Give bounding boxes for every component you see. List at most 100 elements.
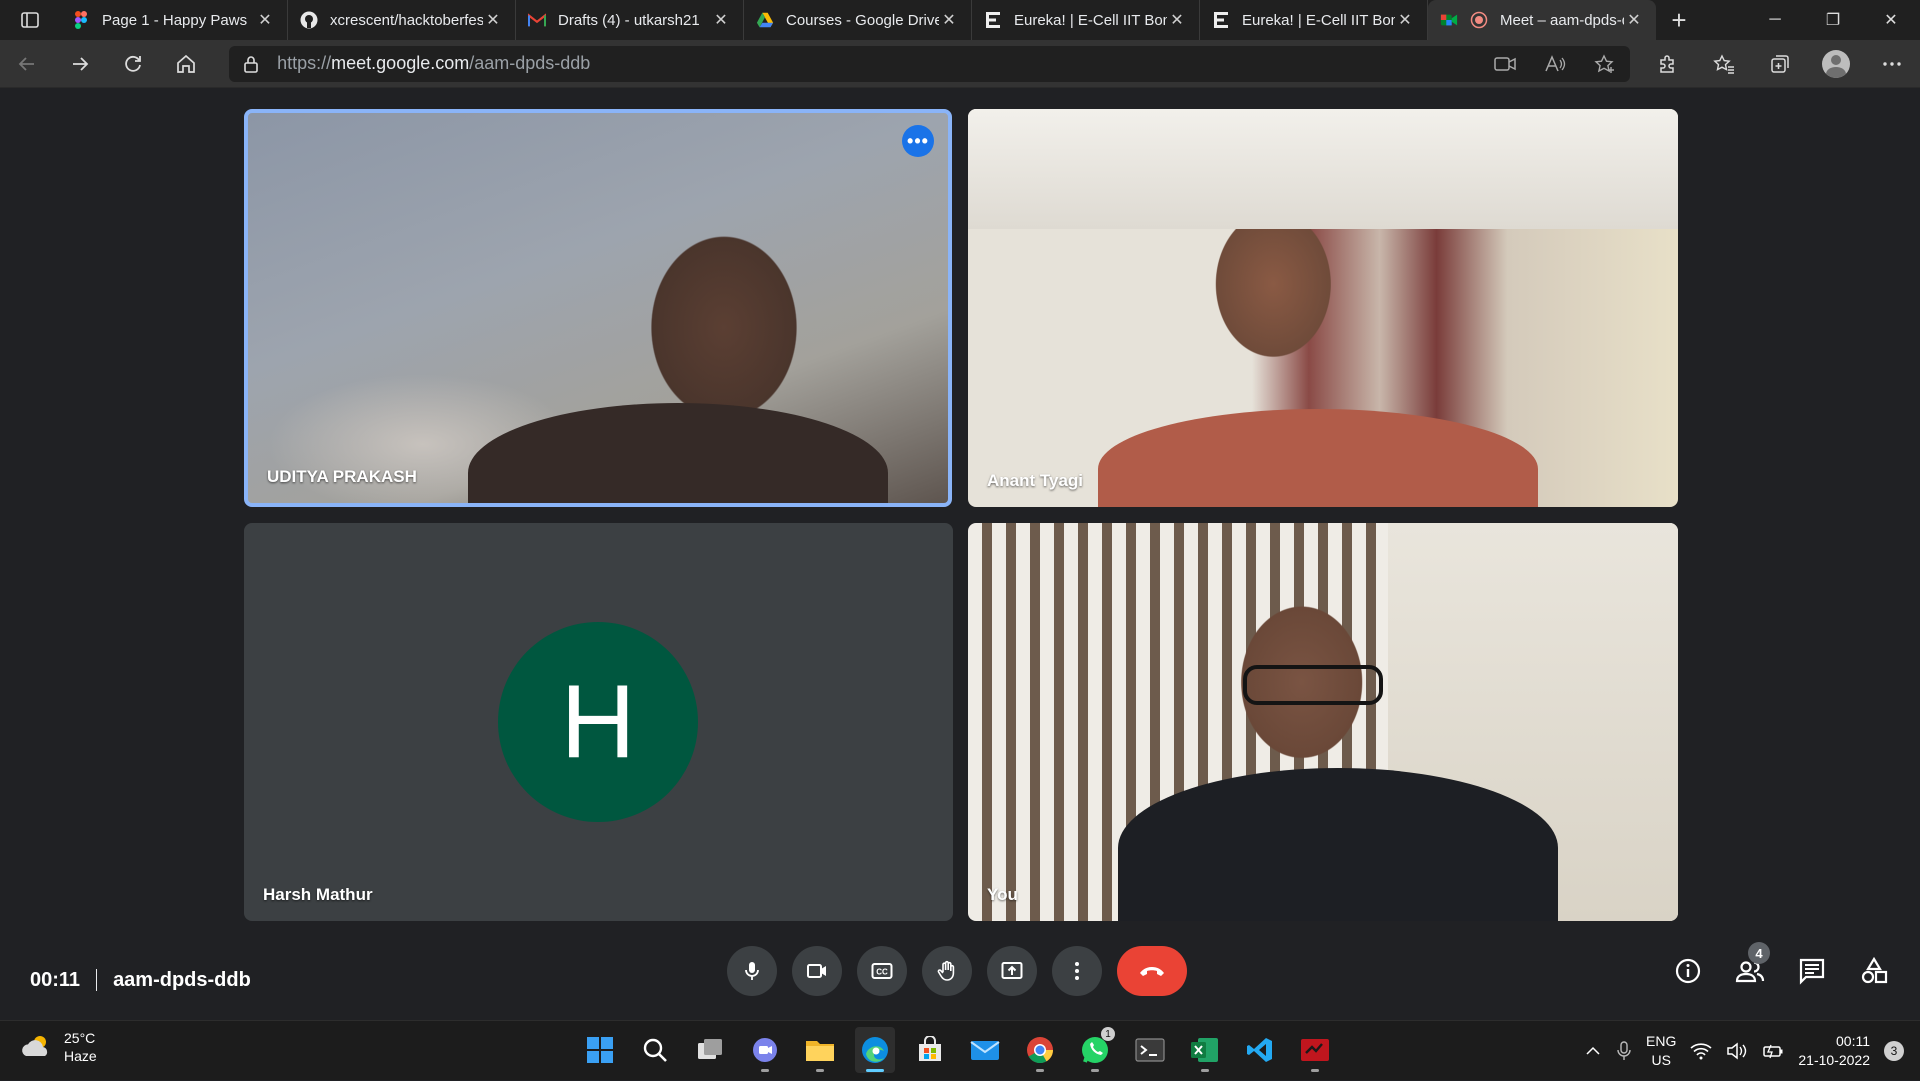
whatsapp-button[interactable]: 1: [1075, 1027, 1115, 1073]
tab-title: Courses - Google Drive: [786, 11, 939, 29]
language-code: ENG: [1646, 1033, 1677, 1049]
volume-icon[interactable]: [1726, 1042, 1748, 1060]
battery-icon[interactable]: [1762, 1042, 1784, 1060]
close-tab-icon[interactable]: ✕: [1167, 10, 1187, 30]
running-indicator: [761, 1069, 769, 1072]
microphone-button[interactable]: [727, 946, 777, 996]
new-tab-button[interactable]: +: [1656, 0, 1702, 40]
forward-button[interactable]: [53, 40, 106, 88]
windows-start-icon: [587, 1037, 613, 1063]
browser-toolbar: https://meet.google.com/aam-dpds-ddb: [0, 40, 1920, 88]
people-button[interactable]: 4: [1730, 942, 1770, 996]
meeting-info: 00:11 aam-dpds-ddb: [30, 940, 251, 1020]
eureka-icon: [984, 11, 1002, 29]
restore-button[interactable]: ❐: [1804, 0, 1862, 40]
refresh-icon: [125, 55, 142, 72]
participant-tile-self[interactable]: You: [968, 523, 1678, 921]
google-drive-icon: [756, 11, 774, 29]
tab-github[interactable]: xcrescent/hacktoberfest ✕: [288, 0, 516, 40]
github-icon: [300, 11, 318, 29]
chrome-button[interactable]: [1020, 1027, 1060, 1073]
participant-video-detail: [1243, 665, 1383, 705]
camera-button[interactable]: [792, 946, 842, 996]
tab-google-meet[interactable]: Meet – aam-dpds-ddb ✕: [1428, 0, 1656, 40]
excel-button[interactable]: [1185, 1027, 1225, 1073]
raise-hand-button[interactable]: [922, 946, 972, 996]
captions-button[interactable]: CC: [857, 946, 907, 996]
language-indicator[interactable]: ENG US: [1646, 1032, 1676, 1070]
notification-center-badge[interactable]: 3: [1884, 1041, 1904, 1061]
address-bar-actions: [1494, 53, 1616, 74]
more-options-button[interactable]: [1052, 946, 1102, 996]
profile-button[interactable]: [1808, 40, 1864, 88]
running-indicator: [866, 1069, 884, 1072]
more-vertical-icon: [1075, 962, 1079, 980]
leave-call-button[interactable]: [1117, 946, 1187, 996]
browser-tab-strip: Page 1 - Happy Paws ✕ xcrescent/hacktobe…: [0, 0, 1920, 40]
extensions-button[interactable]: [1640, 40, 1696, 88]
taskbar-search-button[interactable]: [635, 1027, 675, 1073]
tab-eureka-2[interactable]: Eureka! | E-Cell IIT Bombay ✕: [1200, 0, 1428, 40]
close-tab-icon[interactable]: ✕: [1624, 10, 1644, 30]
meeting-details-button[interactable]: [1668, 946, 1708, 996]
start-button[interactable]: [580, 1027, 620, 1073]
search-icon: [643, 1038, 667, 1062]
system-tray: ENG US 00:11 21-10-2022 3: [1584, 1021, 1904, 1081]
tab-figma[interactable]: Page 1 - Happy Paws ✕: [60, 0, 288, 40]
tab-google-drive[interactable]: Courses - Google Drive ✕: [744, 0, 972, 40]
chevron-up-icon[interactable]: [1584, 1042, 1602, 1060]
back-button[interactable]: [0, 40, 53, 88]
close-tab-icon[interactable]: ✕: [939, 10, 959, 30]
figma-icon: [72, 11, 90, 29]
minimize-button[interactable]: ─: [1746, 0, 1804, 40]
present-screen-button[interactable]: [987, 946, 1037, 996]
collections-button[interactable]: [1752, 40, 1808, 88]
close-window-button[interactable]: ✕: [1862, 0, 1920, 40]
window-controls: ─ ❐ ✕: [1746, 0, 1920, 40]
favorites-button[interactable]: [1696, 40, 1752, 88]
participant-tile-anant[interactable]: Anant Tyagi: [968, 109, 1678, 507]
system-clock[interactable]: 00:11 21-10-2022: [1798, 1032, 1870, 1070]
more-horizontal-icon: [1883, 61, 1901, 66]
url-path: /aam-dpds-ddb: [469, 53, 591, 73]
chat-button[interactable]: [1792, 946, 1832, 996]
meeting-clock: 00:11: [30, 968, 81, 991]
read-aloud-icon[interactable]: [1544, 54, 1566, 74]
address-bar[interactable]: https://meet.google.com/aam-dpds-ddb: [229, 45, 1630, 82]
meeting-code: aam-dpds-ddb: [113, 968, 251, 991]
task-view-button[interactable]: [690, 1027, 730, 1073]
close-tab-icon[interactable]: ✕: [483, 10, 503, 30]
microphone-in-use-icon[interactable]: [1616, 1041, 1632, 1061]
tab-title: Drafts (4) - utkarsh21: [558, 11, 700, 29]
red-app-button[interactable]: [1295, 1027, 1335, 1073]
participant-video: [468, 403, 888, 503]
close-tab-icon[interactable]: ✕: [1395, 10, 1415, 30]
tab-actions-button[interactable]: [0, 0, 60, 40]
edge-icon: [862, 1037, 888, 1063]
refresh-button[interactable]: [107, 40, 160, 88]
add-favorite-icon[interactable]: [1594, 53, 1616, 74]
microsoft-store-button[interactable]: [910, 1027, 950, 1073]
tab-gmail[interactable]: Drafts (4) - utkarsh21 ✕: [516, 0, 744, 40]
edge-browser-button[interactable]: [855, 1027, 895, 1073]
arrow-left-icon: [18, 56, 34, 71]
tile-options-button[interactable]: •••: [902, 125, 934, 157]
participant-tile-harsh[interactable]: H Harsh Mathur: [244, 523, 953, 921]
home-button[interactable]: [160, 40, 213, 88]
tab-eureka-1[interactable]: Eureka! | E-Cell IIT Bombay ✕: [972, 0, 1200, 40]
activities-button[interactable]: [1854, 946, 1894, 996]
wifi-icon[interactable]: [1690, 1042, 1712, 1060]
close-tab-icon[interactable]: ✕: [711, 10, 731, 30]
teams-chat-button[interactable]: [745, 1027, 785, 1073]
vscode-button[interactable]: [1240, 1027, 1280, 1073]
participant-name: Harsh Mathur: [263, 885, 373, 904]
settings-menu-button[interactable]: [1864, 40, 1920, 88]
camera-permission-icon[interactable]: [1494, 54, 1516, 74]
weather-widget[interactable]: 25°C Haze: [20, 1029, 97, 1065]
close-tab-icon[interactable]: ✕: [255, 10, 275, 30]
mail-button[interactable]: [965, 1027, 1005, 1073]
participant-tile-uditya[interactable]: ••• UDITYA PRAKASH: [244, 109, 952, 507]
file-explorer-button[interactable]: [800, 1027, 840, 1073]
terminal-button[interactable]: [1130, 1027, 1170, 1073]
participant-name: UDITYA PRAKASH: [267, 467, 417, 486]
